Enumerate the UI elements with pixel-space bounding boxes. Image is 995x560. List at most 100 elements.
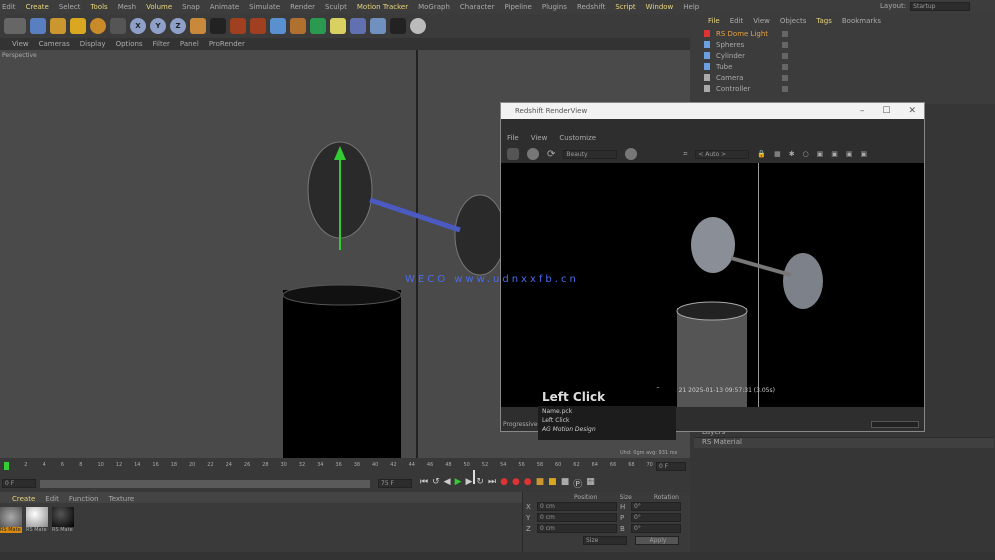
select-tool-icon[interactable] <box>30 18 46 34</box>
scale-tool-icon[interactable] <box>70 18 86 34</box>
visibility-toggle[interactable] <box>782 41 788 48</box>
attribute-row-material[interactable]: RS Material <box>694 438 994 448</box>
go-to-end-icon[interactable]: ⏭ <box>488 477 496 490</box>
material-swatch[interactable]: RS Mate <box>52 507 74 533</box>
range-slider[interactable] <box>40 480 370 488</box>
crop-icon[interactable]: ⌗ <box>683 150 687 159</box>
autokey-icon[interactable]: ● <box>512 477 520 490</box>
cube-icon[interactable] <box>270 18 286 34</box>
next-key-icon[interactable]: ↻ <box>476 477 484 490</box>
add-snapshot-icon[interactable]: ▣ <box>831 150 838 158</box>
render-picture-viewer-icon[interactable] <box>230 18 246 34</box>
object-row[interactable]: RS Dome Light <box>690 28 995 39</box>
coord-position-field[interactable]: 0 cm <box>537 524 617 533</box>
visibility-toggle[interactable] <box>782 63 788 70</box>
material-menu-edit[interactable]: Edit <box>45 495 59 503</box>
camera-icon[interactable] <box>390 18 406 34</box>
viewport-menu-panel[interactable]: Panel <box>180 40 199 48</box>
object-menu-bookmarks[interactable]: Bookmarks <box>842 17 881 25</box>
keyframe-selection-icon[interactable]: ● <box>524 477 532 490</box>
menu-item-simulate[interactable]: Simulate <box>249 3 280 11</box>
menu-item-edit[interactable]: Edit <box>2 3 16 11</box>
viewport-menu-view[interactable]: View <box>12 40 29 48</box>
material-swatch[interactable]: RS Mate <box>0 507 22 533</box>
undo-button[interactable] <box>4 18 26 34</box>
snowflake-icon[interactable]: ✱ <box>789 150 795 158</box>
object-row[interactable]: Spheres <box>690 39 995 50</box>
render-view-icon[interactable] <box>210 18 226 34</box>
subdivision-icon[interactable] <box>310 18 326 34</box>
close-button[interactable]: ✕ <box>908 106 916 116</box>
viewport-menu-filter[interactable]: Filter <box>153 40 170 48</box>
viewport-menu-prorender[interactable]: ProRender <box>209 40 245 48</box>
object-menu-view[interactable]: View <box>753 17 770 25</box>
menu-item-motion-tracker[interactable]: Motion Tracker <box>357 3 408 11</box>
next-frame-icon[interactable]: ▶ <box>466 477 473 490</box>
previous-frame-icon[interactable]: ◀ <box>444 477 451 490</box>
previous-key-icon[interactable]: ↺ <box>432 477 440 490</box>
coord-mode-select[interactable]: Size <box>583 536 627 545</box>
visibility-toggle[interactable] <box>782 85 788 92</box>
grid-icon[interactable]: ▦ <box>774 150 781 158</box>
menu-item-mesh[interactable]: Mesh <box>118 3 136 11</box>
menu-item-mograph[interactable]: MoGraph <box>418 3 450 11</box>
minimize-button[interactable]: – <box>860 106 865 116</box>
render-image[interactable]: Frame: 21 2025-01-13 09:57:31 (3.05s) <box>501 163 924 407</box>
record-icon[interactable] <box>527 148 539 160</box>
snapshot-icon[interactable]: ▣ <box>817 150 824 158</box>
object-menu-edit[interactable]: Edit <box>730 17 744 25</box>
z-axis-icon[interactable]: Z <box>170 18 186 34</box>
menu-item-help[interactable]: Help <box>683 3 699 11</box>
x-axis-icon[interactable]: X <box>130 18 146 34</box>
recent-tool-icon[interactable] <box>110 18 126 34</box>
object-row[interactable]: Cylinder <box>690 50 995 61</box>
timeline[interactable]: 0246810121416182022242628303234363840424… <box>0 458 690 492</box>
circle-icon[interactable]: ○ <box>803 150 809 158</box>
maximize-button[interactable]: ☐ <box>882 106 890 116</box>
refresh-icon[interactable]: ⟳ <box>547 149 555 160</box>
menu-item-sculpt[interactable]: Sculpt <box>325 3 347 11</box>
object-menu-file[interactable]: File <box>708 17 720 25</box>
rotation-key-icon[interactable]: ■ <box>561 477 570 490</box>
material-menu-function[interactable]: Function <box>69 495 99 503</box>
menu-item-tools[interactable]: Tools <box>90 3 107 11</box>
menu-item-create[interactable]: Create <box>26 3 49 11</box>
render-menu-view[interactable]: View <box>531 134 548 142</box>
menu-item-select[interactable]: Select <box>59 3 81 11</box>
render-menu-file[interactable]: File <box>507 134 519 142</box>
coord-rotation-field[interactable]: 0° <box>631 524 681 533</box>
menu-item-redshift[interactable]: Redshift <box>577 3 605 11</box>
parameter-key-icon[interactable]: Ⓟ <box>573 477 582 490</box>
layout-selector[interactable]: Layout: Startup <box>880 2 971 11</box>
viewport-menu-cameras[interactable]: Cameras <box>39 40 70 48</box>
lock-icon[interactable]: 🔒 <box>757 150 766 158</box>
menu-item-window[interactable]: Window <box>646 3 674 11</box>
coord-rotation-field[interactable]: 0° <box>631 502 681 511</box>
layout-select[interactable]: Startup <box>910 2 971 11</box>
deformer-icon[interactable] <box>350 18 366 34</box>
play-icon[interactable]: ▶ <box>455 477 462 490</box>
visibility-toggle[interactable] <box>782 52 788 59</box>
end-frame-field[interactable]: 75 F <box>378 479 412 488</box>
menu-item-pipeline[interactable]: Pipeline <box>504 3 531 11</box>
aov-select[interactable]: < Auto > <box>695 149 750 159</box>
coord-position-field[interactable]: 0 cm <box>537 502 617 511</box>
object-menu-objects[interactable]: Objects <box>780 17 806 25</box>
coordinate-system-icon[interactable] <box>190 18 206 34</box>
go-to-start-icon[interactable]: ⏮ <box>420 477 428 490</box>
pla-key-icon[interactable]: ▦ <box>586 477 595 490</box>
viewport-menu-display[interactable]: Display <box>80 40 106 48</box>
menu-item-volume[interactable]: Volume <box>146 3 172 11</box>
visibility-toggle[interactable] <box>782 74 788 81</box>
apply-button[interactable]: Apply <box>635 536 679 545</box>
scale-key-icon[interactable]: ■ <box>548 477 557 490</box>
object-menu-tags[interactable]: Tags <box>816 17 832 25</box>
visibility-toggle[interactable] <box>782 30 788 37</box>
y-axis-icon[interactable]: Y <box>150 18 166 34</box>
playhead-start-marker[interactable] <box>4 462 9 470</box>
compare-icon[interactable]: ▣ <box>846 150 853 158</box>
light-icon[interactable] <box>410 18 426 34</box>
menu-item-script[interactable]: Script <box>615 3 635 11</box>
viewport-menu-options[interactable]: Options <box>116 40 143 48</box>
stop-icon[interactable] <box>625 148 638 160</box>
